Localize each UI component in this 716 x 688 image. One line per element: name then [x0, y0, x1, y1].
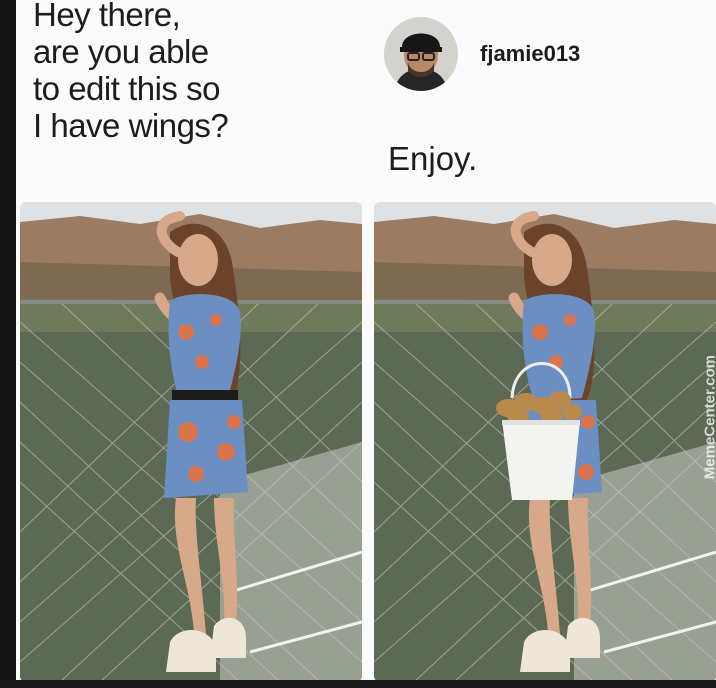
left-edge	[0, 0, 16, 688]
bottom-edge	[0, 680, 716, 688]
username[interactable]: fjamie013	[480, 41, 580, 67]
meme-card: Hey there, are you able to edit this so …	[16, 0, 716, 688]
request-line-1: Hey there,	[33, 0, 181, 33]
avatar[interactable]	[384, 17, 458, 91]
request-text: Hey there, are you able to edit this so …	[33, 0, 333, 144]
request-line-2: are you able	[33, 33, 209, 70]
memecenter-watermark: MemeCenter.com	[701, 355, 716, 480]
edited-photo	[374, 202, 716, 682]
request-line-3: to edit this so	[33, 70, 220, 107]
request-line-4: I have wings?	[33, 107, 229, 144]
original-photo	[20, 202, 362, 682]
reply-user: fjamie013	[384, 17, 580, 91]
reply-text: Enjoy.	[388, 140, 478, 177]
